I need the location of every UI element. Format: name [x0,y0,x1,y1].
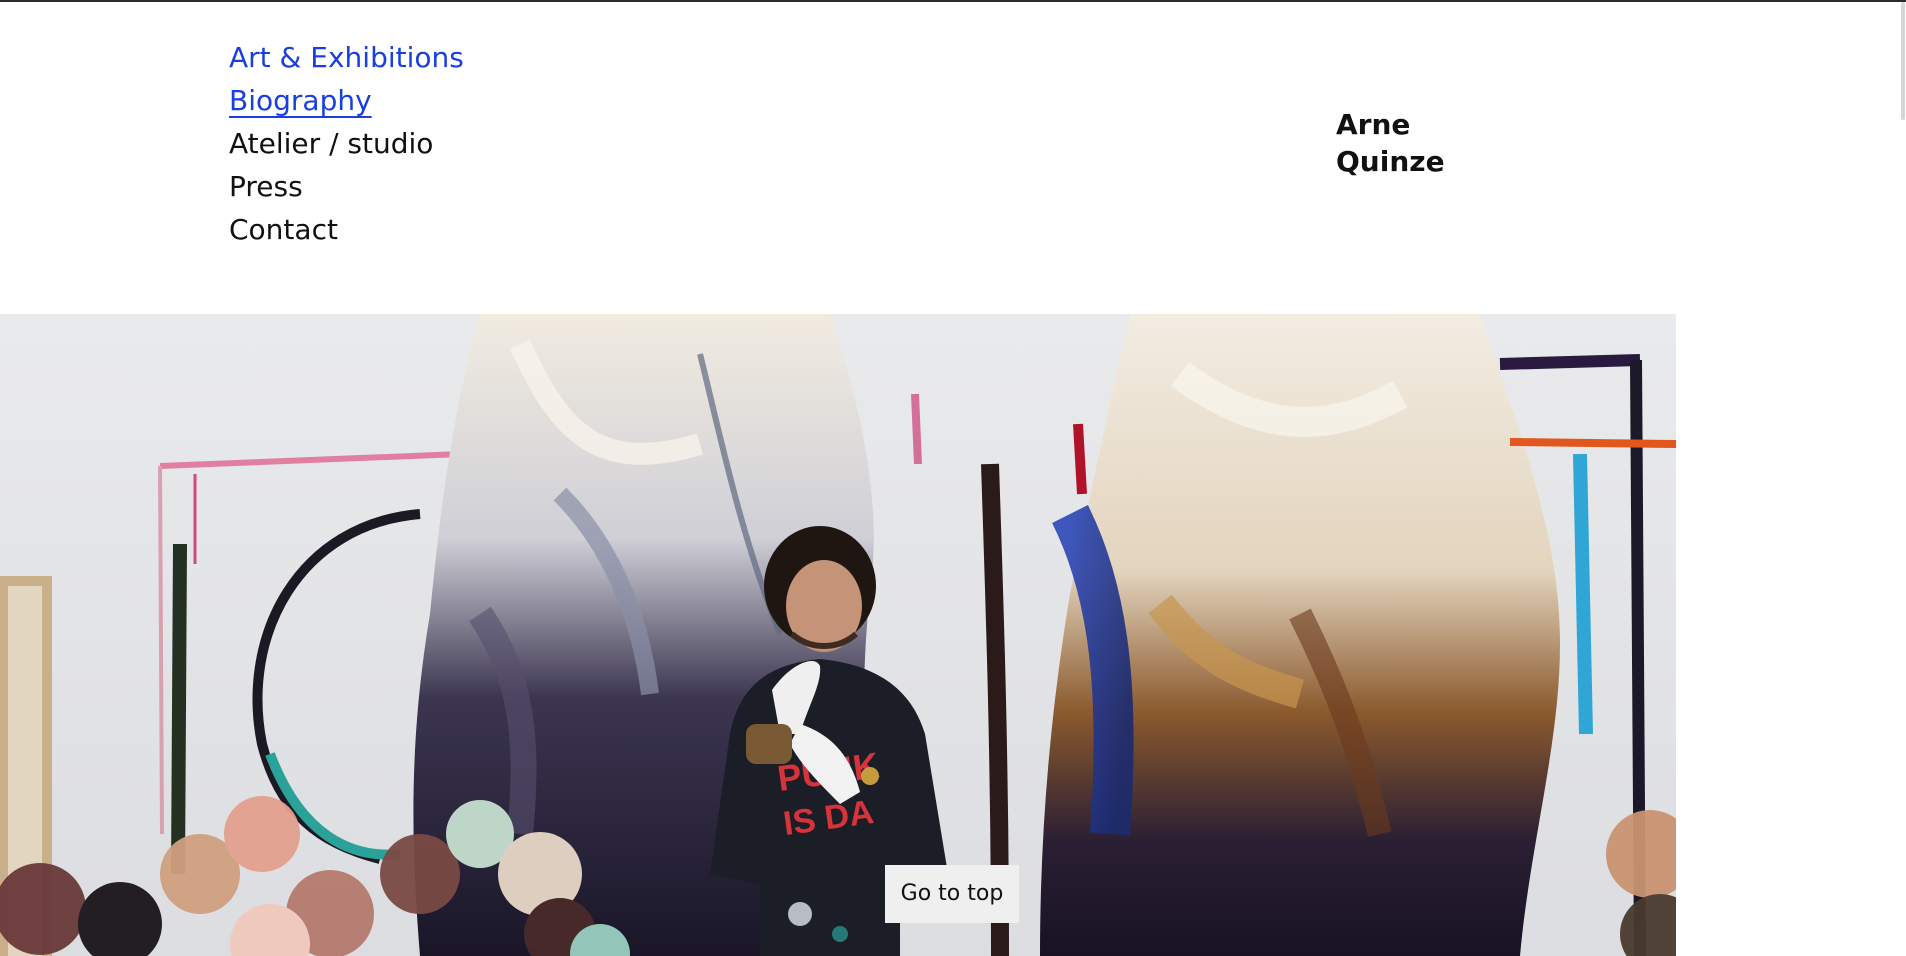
nav-item-biography: Biography [229,79,464,122]
logo-last-name: Quinze [1336,145,1445,178]
nav-link-biography[interactable]: Biography [229,84,372,117]
nav-item-atelier-studio: Atelier / studio [229,122,464,165]
nav-link-contact[interactable]: Contact [229,213,338,246]
hero-image: PUNK IS DA [0,314,1676,956]
nav-item-art-exhibitions: Art & Exhibitions [229,36,464,79]
nav-item-contact: Contact [229,208,464,251]
artist-in-studio-photo: PUNK IS DA [0,314,1676,956]
site-logo[interactable]: Arne Quinze [1336,106,1445,180]
main-navigation: Art & Exhibitions Biography Atelier / st… [229,36,464,251]
logo-first-name: Arne [1336,108,1411,141]
top-border [0,0,1906,2]
page-scrollbar[interactable] [1900,2,1906,956]
nav-link-atelier-studio[interactable]: Atelier / studio [229,127,433,160]
nav-link-art-exhibitions[interactable]: Art & Exhibitions [229,41,464,74]
go-to-top-button[interactable]: Go to top [885,865,1019,923]
scrollbar-thumb[interactable] [1901,2,1905,120]
nav-item-press: Press [229,165,464,208]
nav-link-press[interactable]: Press [229,170,303,203]
